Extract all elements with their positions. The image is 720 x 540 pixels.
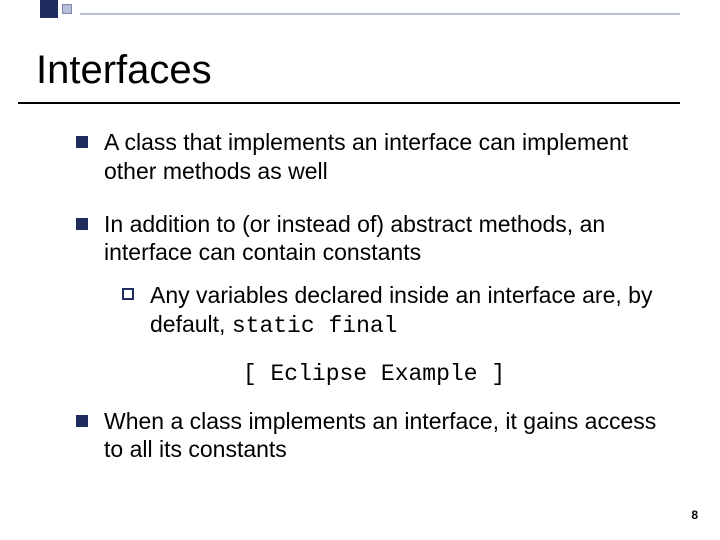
content-area: A class that implements an interface can… xyxy=(76,128,672,488)
sub-bullet-1-prefix: Any variables declared inside an interfa… xyxy=(150,282,652,337)
bullet-3: When a class implements an interface, it… xyxy=(76,407,672,465)
page-number: 8 xyxy=(691,508,698,522)
sub-bullet-1: Any variables declared inside an interfa… xyxy=(122,281,672,341)
deco-square-large xyxy=(40,0,58,18)
example-line: [ Eclipse Example ] xyxy=(76,361,672,387)
bullet-1: A class that implements an interface can… xyxy=(76,128,672,186)
square-bullet-icon xyxy=(76,136,88,148)
deco-square-small xyxy=(62,4,72,14)
hollow-bullet-icon xyxy=(122,288,134,300)
page-title: Interfaces xyxy=(36,48,212,93)
header-decoration xyxy=(0,0,720,18)
square-bullet-icon xyxy=(76,415,88,427)
bullet-2-text: In addition to (or instead of) abstract … xyxy=(104,211,605,266)
bullet-2: In addition to (or instead of) abstract … xyxy=(76,210,672,341)
square-bullet-icon xyxy=(76,218,88,230)
bullet-3-text: When a class implements an interface, it… xyxy=(104,408,656,463)
sub-bullet-1-code: static final xyxy=(232,313,398,339)
title-underline xyxy=(18,102,680,104)
bullet-1-text: A class that implements an interface can… xyxy=(104,129,628,184)
deco-top-rule xyxy=(80,13,680,15)
